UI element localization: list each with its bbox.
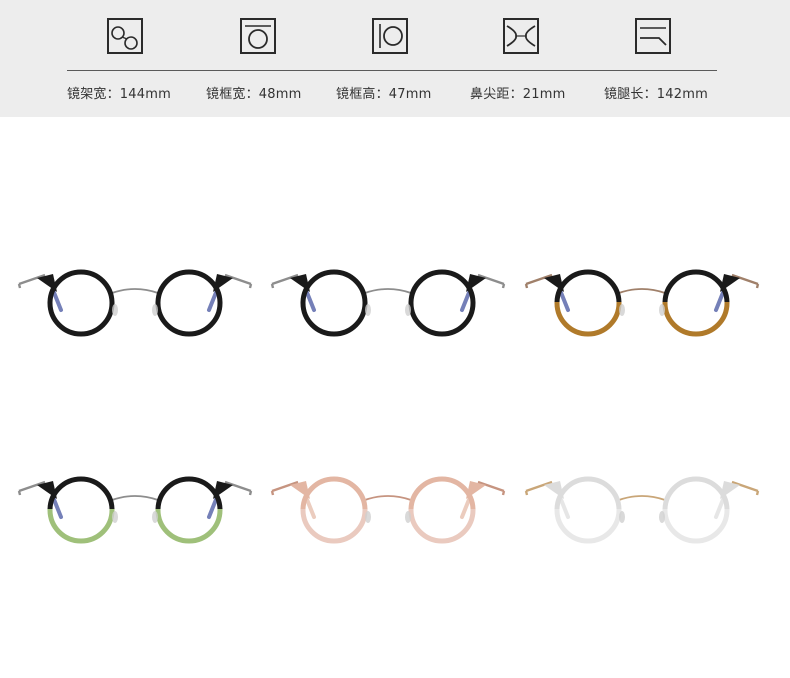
spec-temple-length: 镜腿长：142mm: [604, 87, 708, 102]
glasses-pink: [270, 476, 506, 544]
left-nose-pad: [619, 304, 625, 316]
left-temple-end: [270, 283, 275, 289]
spec-bridge-width: 鼻尖距：21mm: [470, 87, 566, 102]
right-nose-pad: [659, 511, 665, 523]
temple-length-icon: [635, 18, 671, 54]
left-nose-pad: [112, 511, 118, 523]
lens-width-icon: [240, 18, 276, 54]
bridge: [618, 288, 666, 294]
spec-lens-width: 镜框宽：48mm: [206, 87, 302, 102]
bridge: [111, 495, 159, 501]
glasses-black-green: [17, 476, 253, 544]
bridge: [364, 495, 412, 501]
glasses-black-amber: [524, 269, 760, 337]
right-temple-end: [248, 283, 253, 289]
spec-divider: [67, 70, 717, 71]
spec-frame-width: 镜架宽：144mm: [67, 87, 171, 102]
bridge: [111, 288, 159, 294]
right-temple-end: [501, 283, 506, 289]
bridge: [364, 288, 412, 294]
right-temple-end: [248, 490, 253, 496]
left-nose-pad: [365, 304, 371, 316]
left-temple-end: [524, 283, 529, 289]
left-nose-pad: [365, 511, 371, 523]
left-temple-end: [17, 490, 22, 496]
left-temple-end: [524, 490, 529, 496]
right-temple-end: [501, 490, 506, 496]
left-nose-pad: [619, 511, 625, 523]
right-temple-end: [755, 283, 760, 289]
right-temple-end: [755, 490, 760, 496]
right-nose-pad: [405, 511, 411, 523]
lens-height-icon: [372, 18, 408, 54]
right-nose-pad: [659, 304, 665, 316]
left-temple-end: [270, 490, 275, 496]
right-nose-pad: [152, 511, 158, 523]
spec-band: 镜架宽：144mm 镜框宽：48mm 镜框高：47mm 鼻尖距：21mm 镜腿长…: [0, 0, 790, 117]
left-temple-end: [17, 283, 22, 289]
right-nose-pad: [152, 304, 158, 316]
bridge-width-icon: [503, 18, 539, 54]
glasses-black-2: [270, 269, 506, 337]
left-nose-pad: [112, 304, 118, 316]
glasses-clear: [524, 476, 760, 544]
bridge: [618, 495, 666, 501]
spec-icons-row: [0, 0, 790, 70]
frame-width-icon: [107, 18, 143, 54]
right-nose-pad: [405, 304, 411, 316]
spec-lens-height: 镜框高：47mm: [336, 87, 432, 102]
glasses-black: [17, 269, 253, 337]
